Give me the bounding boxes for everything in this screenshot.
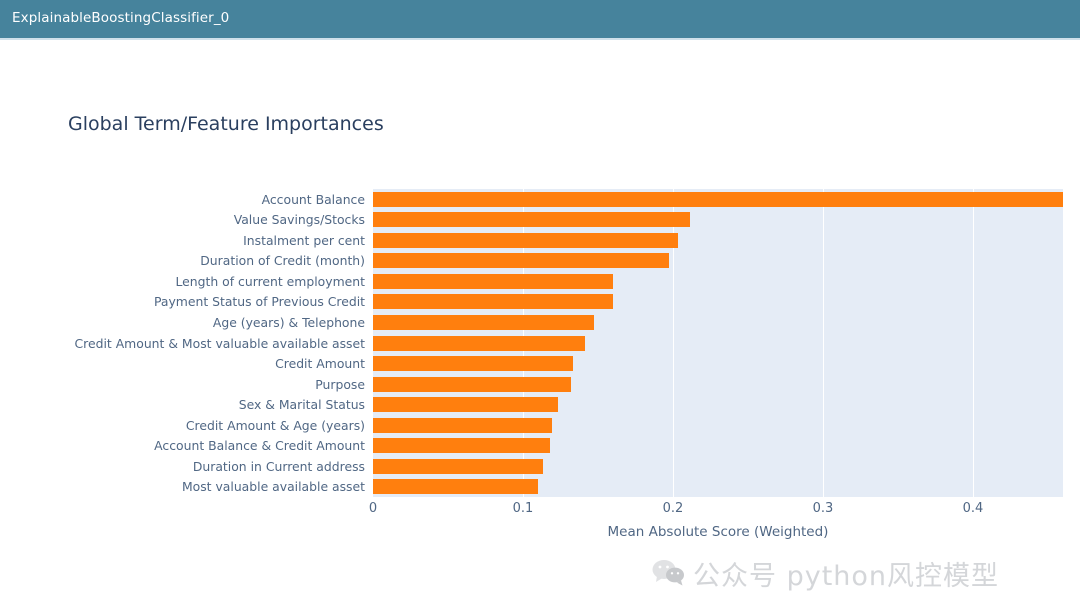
y-axis-tick-label: Sex & Marital Status xyxy=(238,397,365,413)
bar[interactable] xyxy=(373,273,613,289)
bar[interactable] xyxy=(373,232,678,248)
y-axis-tick-label: Payment Status of Previous Credit xyxy=(153,294,365,310)
bar[interactable] xyxy=(373,356,573,372)
x-axis-tick-label: 0.2 xyxy=(662,501,684,516)
wechat-bubbles-icon xyxy=(652,557,686,591)
x-axis-title: Mean Absolute Score (Weighted) xyxy=(607,524,829,540)
bar[interactable] xyxy=(373,376,571,392)
watermark-text: 公众号 python风控模型 xyxy=(693,561,1000,592)
window-header: ExplainableBoostingClassifier_0 xyxy=(0,0,1080,40)
y-axis-tick-label: Value Savings/Stocks xyxy=(233,212,365,228)
x-axis-tick-label: 0.3 xyxy=(812,501,834,516)
bar[interactable] xyxy=(373,479,538,495)
x-axis-tick-label: 0 xyxy=(368,501,378,516)
bar[interactable] xyxy=(373,417,552,433)
watermark: 公众号 python风控模型 xyxy=(652,554,999,593)
y-axis-tick-label: Duration in Current address xyxy=(192,458,365,474)
bar[interactable] xyxy=(373,335,585,351)
bar[interactable] xyxy=(373,314,594,330)
y-axis-tick-label: Account Balance & Credit Amount xyxy=(154,438,365,454)
x-axis-tick-label: 0.4 xyxy=(962,501,984,516)
x-axis-tick-label: 0.1 xyxy=(512,501,534,516)
y-axis-tick-label: Credit Amount & Age (years) xyxy=(185,417,365,433)
y-axis-tick-label: Most valuable available asset xyxy=(181,479,365,495)
bar[interactable] xyxy=(373,294,613,310)
bar[interactable] xyxy=(373,397,558,413)
y-axis-tick-label: Age (years) & Telephone xyxy=(212,314,365,330)
y-axis-tick-label: Credit Amount xyxy=(275,356,365,372)
bar[interactable] xyxy=(373,191,1063,207)
y-axis-tick-labels: Account Balance Value Savings/Stocks Insta… xyxy=(0,189,369,497)
window-title: ExplainableBoostingClassifier_0 xyxy=(12,10,230,26)
bar-series xyxy=(373,189,1063,497)
bar[interactable] xyxy=(373,212,690,228)
bar[interactable] xyxy=(373,253,669,269)
y-axis-tick-label: Instalment per cent xyxy=(243,232,365,248)
chart-figure: Global Term/Feature Importances Account … xyxy=(0,42,1080,592)
y-axis-tick-label: Purpose xyxy=(315,376,365,392)
x-axis-tick-labels: 0 0.1 0.2 0.3 0.4 xyxy=(369,497,1063,521)
y-axis-tick-label: Credit Amount & Most valuable available … xyxy=(74,335,366,351)
bar[interactable] xyxy=(373,438,550,454)
y-axis-tick-label: Duration of Credit (month) xyxy=(200,253,365,269)
y-axis-tick-label: Account Balance xyxy=(261,191,365,207)
bar[interactable] xyxy=(373,458,543,474)
y-axis-tick-label: Length of current employment xyxy=(175,273,365,289)
chart-title: Global Term/Feature Importances xyxy=(68,113,384,135)
